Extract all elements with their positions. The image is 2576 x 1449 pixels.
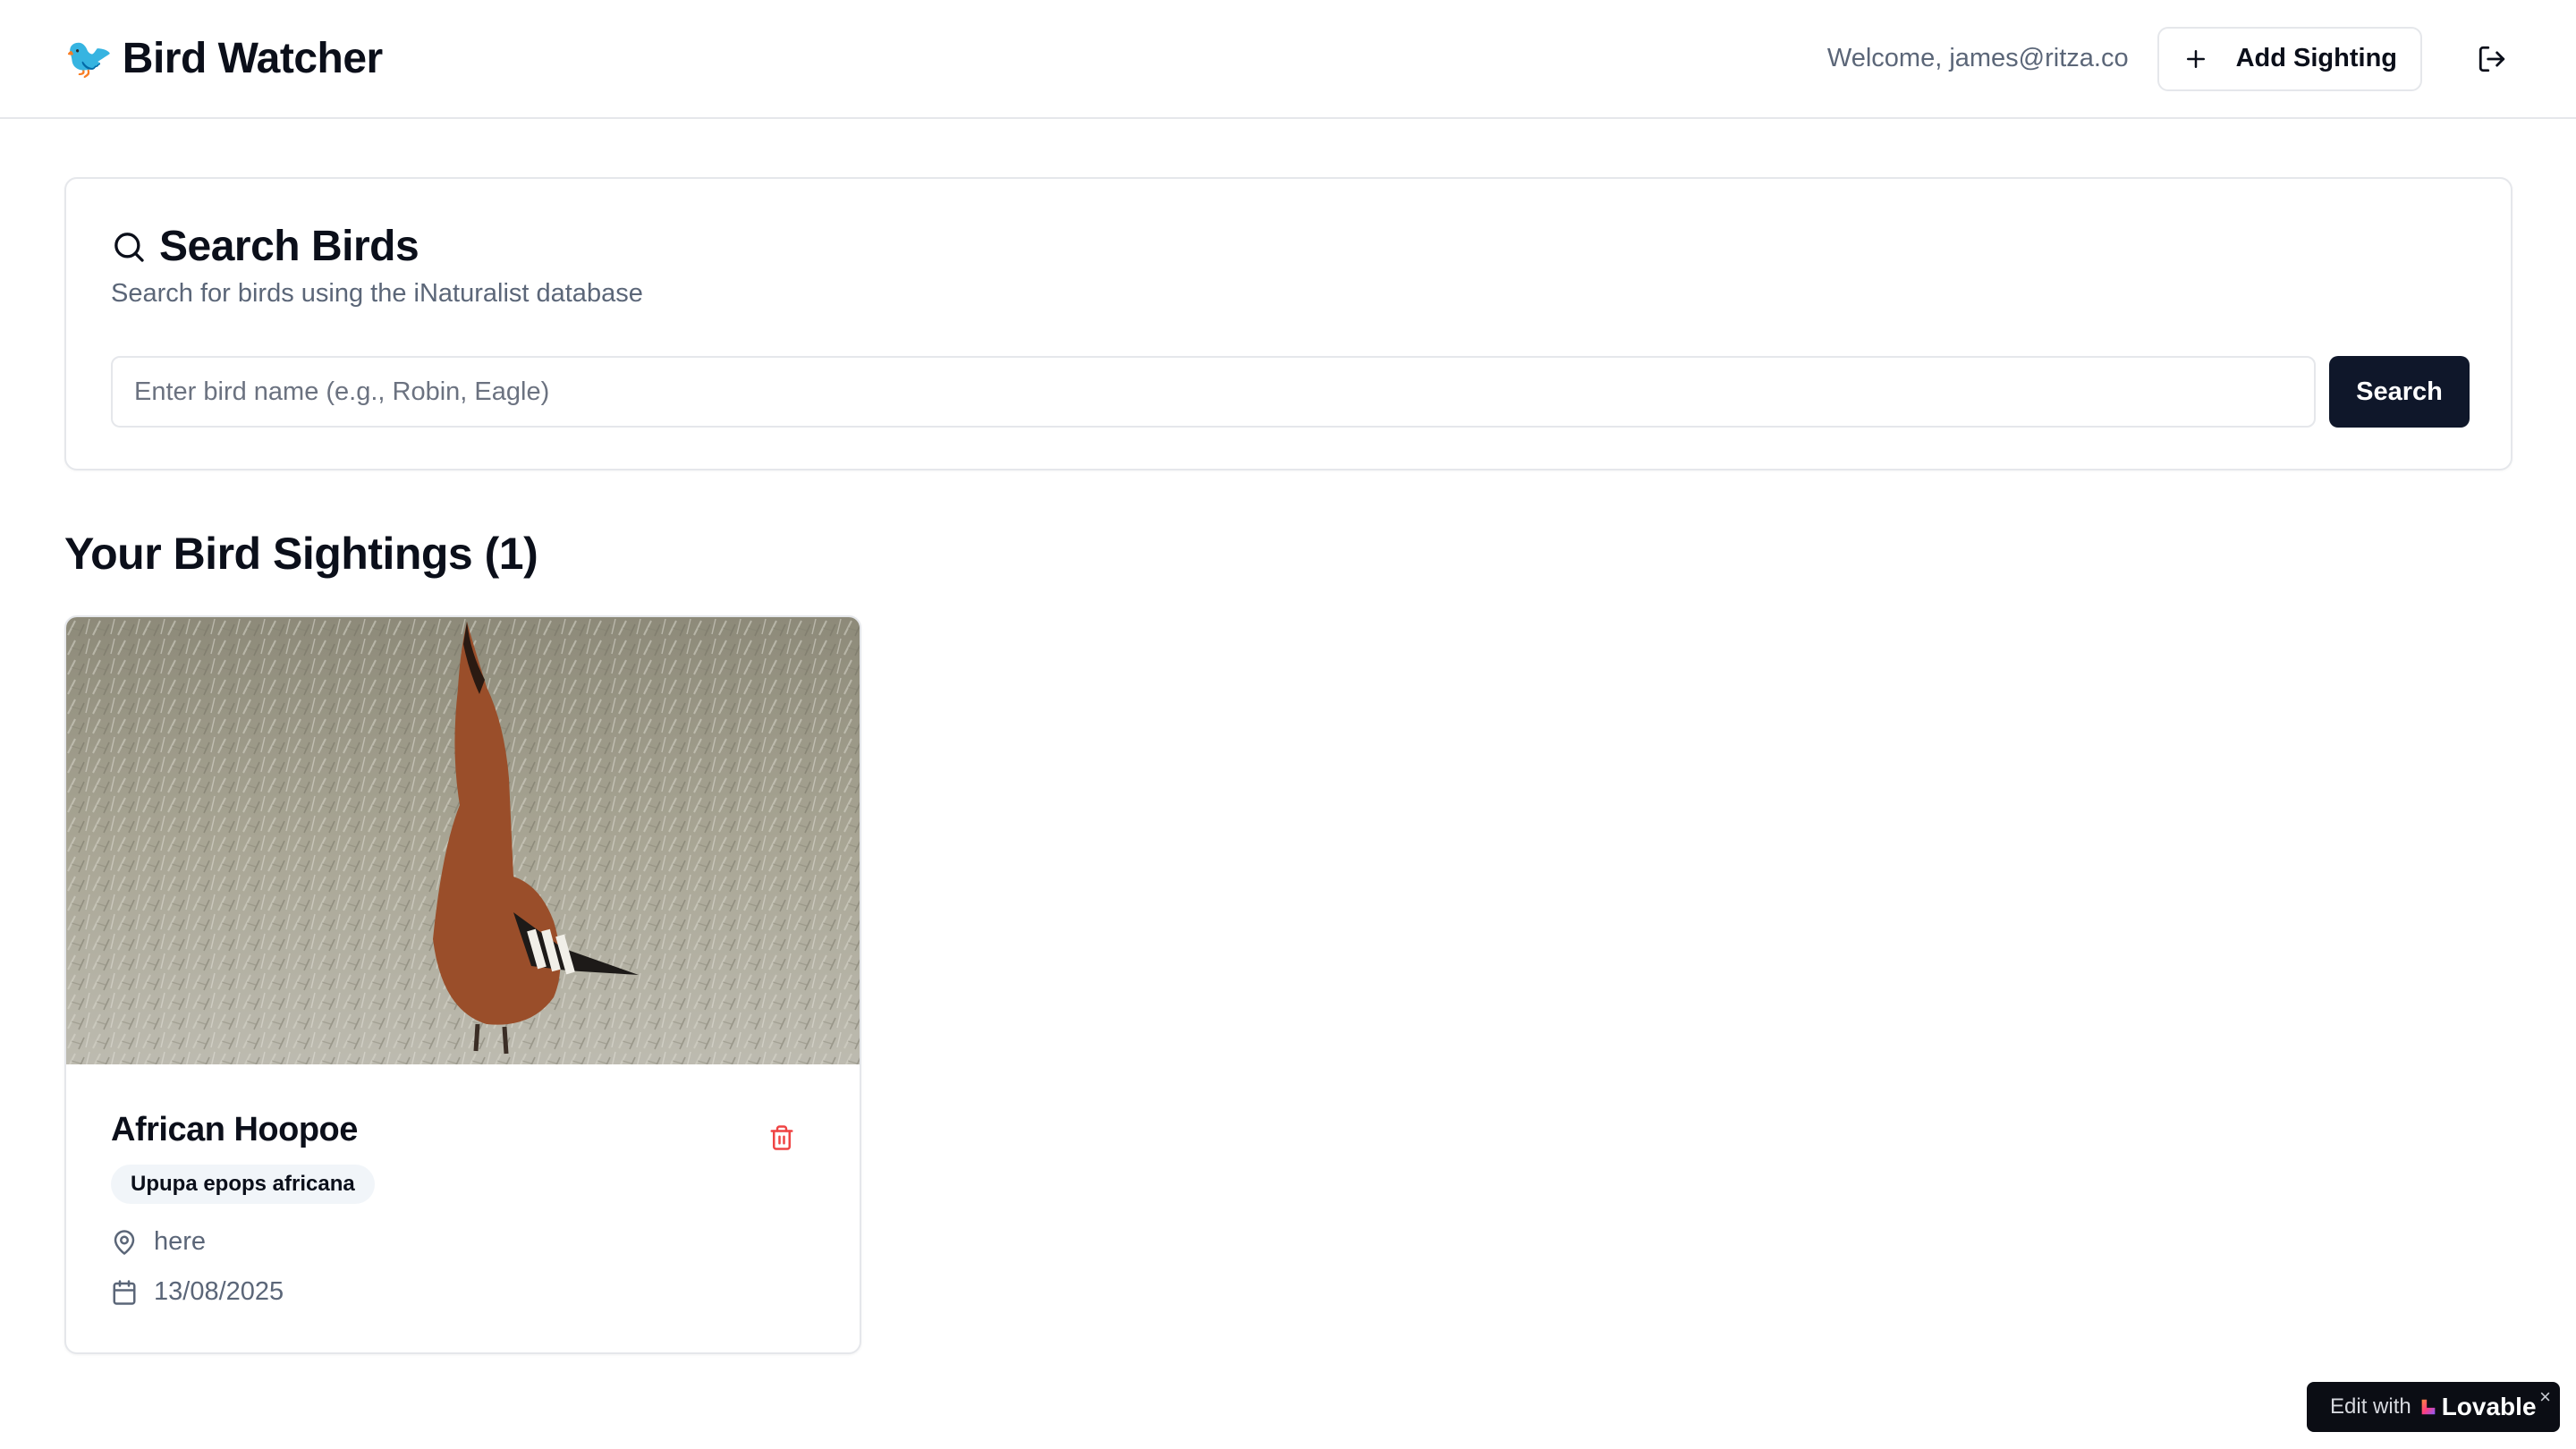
logout-button[interactable]	[2472, 39, 2512, 79]
plus-icon	[2186, 49, 2205, 68]
app-header: 🐦 Bird Watcher Welcome, james@ritza.co A…	[0, 0, 2576, 119]
date-text: 13/08/2025	[154, 1277, 284, 1306]
bird-common-name: African Hoopoe	[111, 1111, 358, 1148]
map-pin-icon	[114, 1229, 135, 1255]
trash-icon	[770, 1125, 793, 1150]
close-badge-button[interactable]: ×	[2539, 1385, 2551, 1409]
sighting-card: African Hoopoe Upupa epops africana here…	[64, 615, 861, 1354]
sighting-location: here	[111, 1227, 206, 1257]
logout-icon	[2479, 46, 2505, 72]
bird-search-input[interactable]	[111, 356, 2316, 428]
calendar-icon	[113, 1279, 136, 1305]
bird-photo	[66, 617, 860, 1064]
scientific-name-badge: Upupa epops africana	[111, 1165, 375, 1204]
search-subtitle: Search for birds using the iNaturalist d…	[111, 279, 643, 308]
sighting-date: 13/08/2025	[111, 1277, 284, 1307]
location-text: here	[154, 1227, 207, 1256]
search-heading: Search Birds	[111, 222, 419, 271]
header-actions: Welcome, james@ritza.co Add Sighting	[1826, 26, 2512, 91]
delete-sighting-button[interactable]	[764, 1120, 800, 1156]
welcome-text: Welcome, james@ritza.co	[1826, 44, 2129, 72]
lovable-logo-icon	[2421, 1399, 2436, 1415]
brand[interactable]: 🐦 Bird Watcher	[64, 34, 383, 83]
badge-prefix: Edit with	[2330, 1394, 2411, 1419]
edit-with-lovable-badge[interactable]: Edit with Lovable ×	[2307, 1382, 2560, 1432]
search-title: Search Birds	[159, 223, 419, 270]
app-title: Bird Watcher	[122, 35, 383, 82]
add-sighting-button[interactable]: Add Sighting	[2157, 26, 2422, 91]
add-sighting-label: Add Sighting	[2235, 44, 2397, 72]
search-button[interactable]: Search	[2329, 356, 2470, 428]
bird-logo-icon: 🐦	[64, 36, 114, 80]
search-card: Search Birds Search for birds using the …	[64, 177, 2512, 470]
sightings-heading: Your Bird Sightings (1)	[64, 529, 538, 579]
badge-brand: Lovable	[2441, 1393, 2537, 1420]
search-icon	[114, 232, 144, 262]
